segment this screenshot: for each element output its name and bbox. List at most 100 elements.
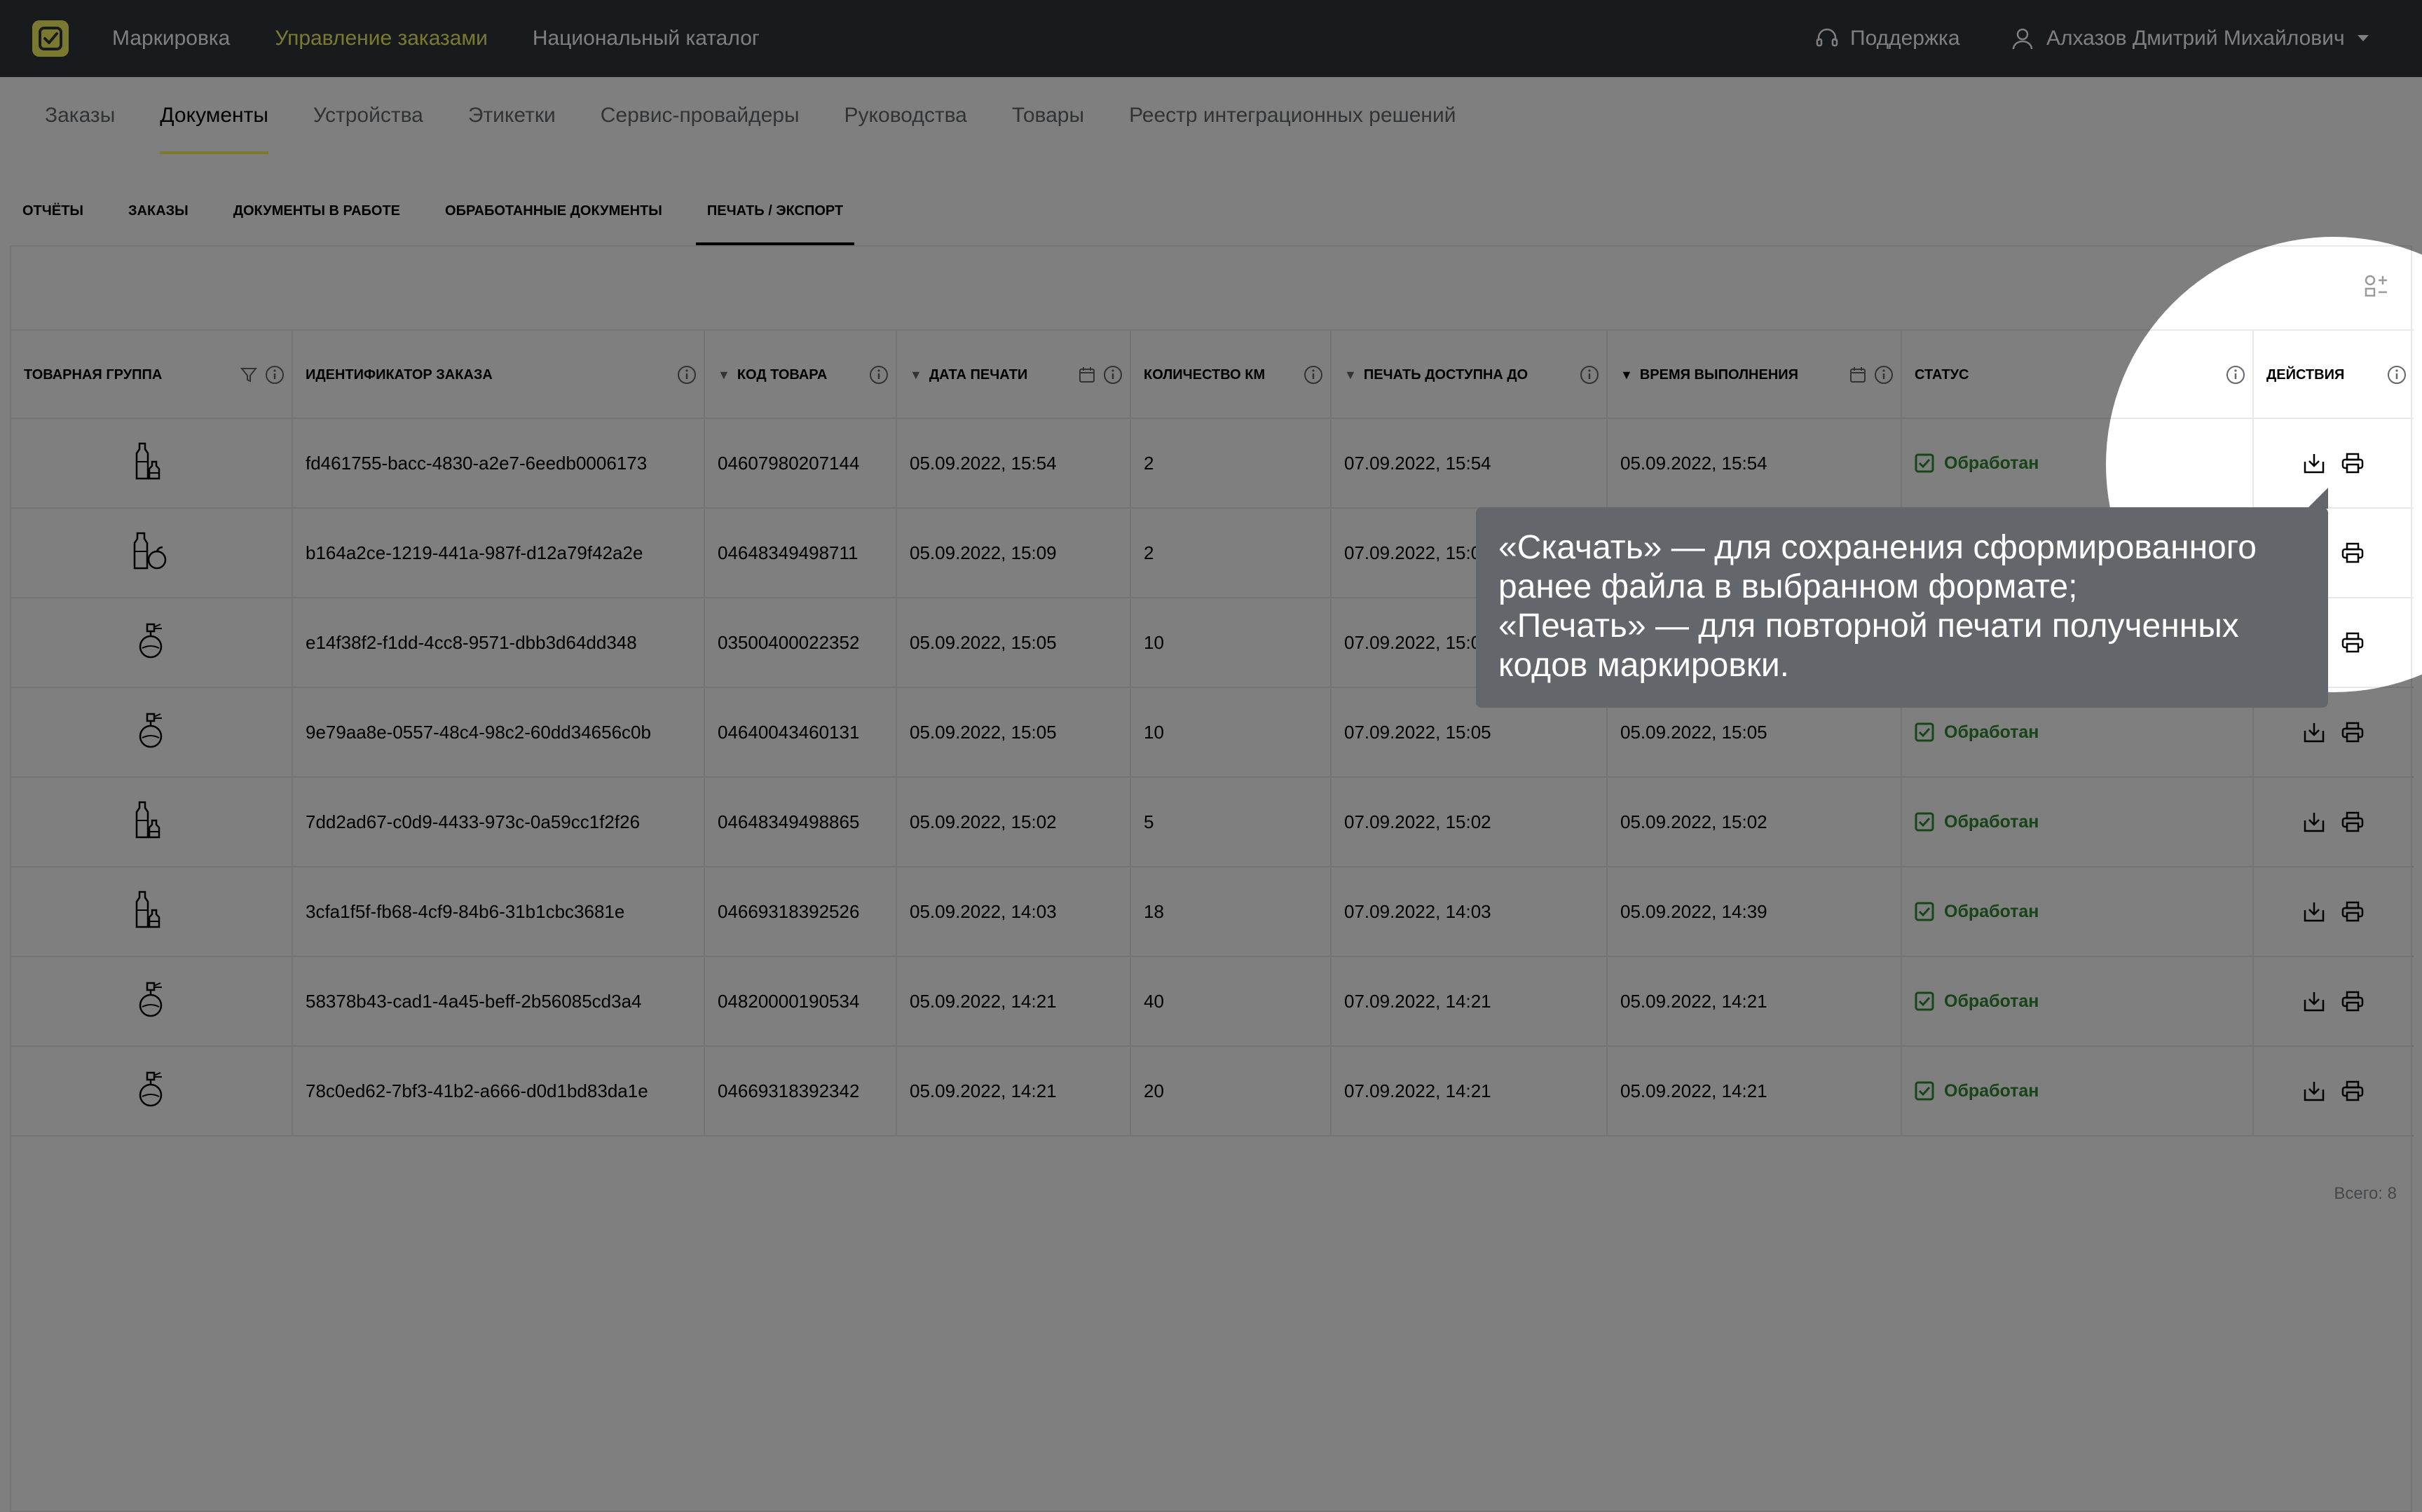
download-icon[interactable] — [2303, 721, 2325, 743]
table-row: fd461755-bacc-4830-a2e7-6eedb0006173 0460… — [11, 419, 2414, 509]
user-name: Алхазов Дмитрий Михайлович — [2046, 27, 2345, 50]
checkbox-checked-icon — [1915, 902, 1934, 921]
column-header-print-date[interactable]: ▼ ДАТА ПЕЧАТИ — [897, 331, 1131, 419]
section-labels[interactable]: Этикетки — [468, 77, 556, 157]
cell-id: 7dd2ad67-c0d9-4433-973c-0a59cc1f2f26 — [293, 778, 705, 866]
column-settings-icon[interactable] — [2363, 273, 2388, 298]
cell-print-date: 05.09.2022, 15:54 — [897, 419, 1131, 507]
column-header-execution-time[interactable]: ▼ ВРЕМЯ ВЫПОЛНЕНИЯ — [1608, 331, 1902, 419]
section-guides[interactable]: Руководства — [844, 77, 967, 157]
tab-documents-in-progress[interactable]: ДОКУМЕНТЫ В РАБОТЕ — [222, 157, 411, 245]
tab-processed-documents[interactable]: ОБРАБОТАННЫЕ ДОКУМЕНТЫ — [434, 157, 673, 245]
cell-available-until: 07.09.2022, 14:21 — [1332, 1047, 1608, 1135]
bottles-icon — [134, 889, 169, 935]
cell-actions — [2254, 778, 2414, 866]
cell-qty: 18 — [1131, 867, 1332, 956]
info-icon[interactable] — [2387, 365, 2407, 385]
info-icon[interactable] — [2226, 365, 2245, 385]
tab-orders[interactable]: ЗАКАЗЫ — [117, 157, 200, 245]
top-nav-order-management[interactable]: Управление заказами — [275, 27, 488, 50]
filter-icon[interactable] — [240, 366, 258, 384]
status-text: Обработан — [1944, 453, 2039, 473]
sort-desc-active-icon: ▼ — [1620, 367, 1633, 382]
table-row: 78c0ed62-7bf3-41b2-a666-d0d1bd83da1e 0466… — [11, 1047, 2414, 1136]
print-icon[interactable] — [2341, 900, 2365, 923]
section-documents[interactable]: Документы — [160, 77, 268, 157]
print-icon[interactable] — [2341, 811, 2365, 833]
section-orders[interactable]: Заказы — [45, 77, 115, 157]
caret-down-icon — [2357, 35, 2369, 41]
calendar-icon[interactable] — [1849, 366, 1867, 384]
perfume-icon — [134, 979, 169, 1024]
info-icon[interactable] — [265, 365, 285, 385]
tooltip-line: кодов маркировки. — [1498, 647, 1789, 684]
cell-qty: 2 — [1131, 419, 1332, 507]
status-text: Обработан — [1944, 722, 2039, 742]
cell-print-date: 05.09.2022, 15:05 — [897, 598, 1131, 687]
logo[interactable] — [32, 20, 69, 57]
cell-qty: 10 — [1131, 598, 1332, 687]
column-header-product-code[interactable]: ▼ КОД ТОВАРА — [705, 331, 897, 419]
print-icon[interactable] — [2341, 542, 2365, 564]
cell-exec-time: 05.09.2022, 15:54 — [1608, 419, 1902, 507]
print-icon[interactable] — [2341, 631, 2365, 654]
cell-product-group — [11, 688, 293, 776]
cell-print-date: 05.09.2022, 14:03 — [897, 867, 1131, 956]
cell-id: 3cfa1f5f-fb68-4cf9-84b6-31b1cbc3681e — [293, 867, 705, 956]
top-bar: Маркировка Управление заказами Националь… — [0, 0, 2422, 77]
cell-actions — [2254, 867, 2414, 956]
print-icon[interactable] — [2341, 990, 2365, 1012]
cell-product-group — [11, 867, 293, 956]
status-badge: Обработан — [1915, 902, 2039, 922]
cell-code: 04669318392342 — [705, 1047, 897, 1135]
download-icon[interactable] — [2303, 811, 2325, 833]
download-icon[interactable] — [2303, 900, 2325, 923]
section-integration-registry[interactable]: Реестр интеграционных решений — [1129, 77, 1456, 157]
download-icon[interactable] — [2303, 452, 2325, 474]
cell-product-group — [11, 957, 293, 1045]
column-title-execution-time: ВРЕМЯ ВЫПОЛНЕНИЯ — [1639, 366, 1799, 383]
column-header-available-until[interactable]: ▼ ПЕЧАТЬ ДОСТУПНА ДО — [1332, 331, 1608, 419]
column-header-actions: ДЕЙСТВИЯ — [2254, 331, 2414, 419]
print-icon[interactable] — [2341, 1080, 2365, 1102]
section-service-providers[interactable]: Сервис-провайдеры — [601, 77, 800, 157]
top-nav-marking[interactable]: Маркировка — [112, 27, 230, 50]
section-goods[interactable]: Товары — [1012, 77, 1084, 157]
download-icon[interactable] — [2303, 990, 2325, 1012]
cell-id: fd461755-bacc-4830-a2e7-6eedb0006173 — [293, 419, 705, 507]
cell-product-group — [11, 419, 293, 507]
cell-status: Обработан — [1902, 957, 2254, 1045]
column-title-km-count: КОЛИЧЕСТВО КМ — [1144, 366, 1266, 383]
sort-desc-icon: ▼ — [910, 367, 922, 382]
info-icon[interactable] — [1304, 365, 1323, 385]
cell-code: 04820000190534 — [705, 957, 897, 1045]
cell-exec-time: 05.09.2022, 14:21 — [1608, 1047, 1902, 1135]
info-icon[interactable] — [1580, 365, 1599, 385]
table-row: 3cfa1f5f-fb68-4cf9-84b6-31b1cbc3681e 0466… — [11, 867, 2414, 957]
cell-qty: 2 — [1131, 509, 1332, 597]
cell-status: Обработан — [1902, 1047, 2254, 1135]
info-icon[interactable] — [677, 365, 697, 385]
tab-reports[interactable]: ОТЧЁТЫ — [11, 157, 95, 245]
support-link[interactable]: Поддержка — [1815, 0, 1960, 77]
print-export-table: ТОВАРНАЯ ГРУППА ИДЕНТИФИКАТОР ЗАКАЗА ▼ К… — [11, 329, 2414, 1136]
info-icon[interactable] — [1103, 365, 1123, 385]
section-devices[interactable]: Устройства — [313, 77, 423, 157]
cell-exec-time: 05.09.2022, 14:39 — [1608, 867, 1902, 956]
section-nav: Заказы Документы Устройства Этикетки Сер… — [0, 77, 2422, 157]
tooltip-line: «Скачать» — для сохранения сформированно… — [1498, 529, 2257, 566]
info-icon[interactable] — [1874, 365, 1894, 385]
table-row: 7dd2ad67-c0d9-4433-973c-0a59cc1f2f26 0464… — [11, 778, 2414, 867]
print-icon[interactable] — [2341, 721, 2365, 743]
checkbox-checked-icon — [1915, 453, 1934, 473]
user-menu[interactable]: Алхазов Дмитрий Михайлович — [2011, 0, 2369, 77]
download-icon[interactable] — [2303, 1080, 2325, 1102]
cell-status: Обработан — [1902, 419, 2254, 507]
dairy-icon — [132, 530, 171, 576]
tab-print-export[interactable]: ПЕЧАТЬ / ЭКСПОРТ — [695, 157, 855, 245]
top-nav-national-catalog[interactable]: Национальный каталог — [533, 27, 760, 50]
calendar-icon[interactable] — [1078, 366, 1096, 384]
cell-print-date: 05.09.2022, 14:21 — [897, 1047, 1131, 1135]
print-icon[interactable] — [2341, 452, 2365, 474]
info-icon[interactable] — [869, 365, 889, 385]
